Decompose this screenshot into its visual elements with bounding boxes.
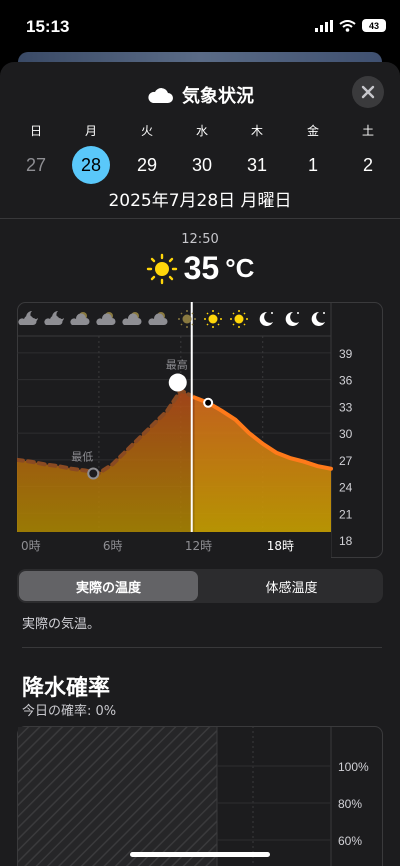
status-time: 15:13 xyxy=(26,17,70,36)
current-temp-value: 35 xyxy=(183,250,220,286)
day-27[interactable]: 日 27 xyxy=(16,122,56,184)
week-selector: 日 27 月 28 火 29 水 30 木 31 金 1 土 2 xyxy=(0,122,400,184)
y-tick-label: 100% xyxy=(338,760,369,774)
day-number: 31 xyxy=(246,155,268,175)
day-number: 1 xyxy=(307,155,318,175)
day-1[interactable]: 金1 xyxy=(293,122,333,184)
precip-chart[interactable]: 100% 80% 60% xyxy=(17,726,383,866)
min-label: 最低 xyxy=(71,451,93,464)
y-tick-label: 80% xyxy=(338,797,362,811)
weather-sheet: 気象状況 日 27 月 28 火 29 水 30 木 31 金 1 土 2 2025年7月28日 月曜日 … xyxy=(0,62,400,866)
day-28[interactable]: 月 28 xyxy=(71,122,111,184)
max-marker xyxy=(168,373,187,392)
day-number: 2 xyxy=(362,155,373,175)
precip-subtitle: 今日の確率: 0% xyxy=(22,704,117,719)
precip-chart-svg: 100% 80% 60% xyxy=(17,726,383,866)
y-tick-label: 39 xyxy=(339,347,353,361)
day-31[interactable]: 木 31 xyxy=(237,122,277,184)
day-of-week-label: 火 xyxy=(140,124,153,138)
actual-temp-tab[interactable]: 実際の温度 xyxy=(19,571,198,601)
precip-title: 降水確率 xyxy=(22,676,111,701)
day-of-week-label: 水 xyxy=(195,124,208,138)
y-tick-label: 30 xyxy=(339,427,353,441)
status-bar: 15:13 43 xyxy=(0,0,400,52)
temperature-chart[interactable]: 39 36 33 30 27 24 21 18 0時 6時 12時 18時 最低 最高 xyxy=(15,302,383,558)
day-of-week-label: 木 xyxy=(250,124,263,138)
day-29[interactable]: 火 29 xyxy=(127,122,167,184)
status-icons: 43 xyxy=(315,19,386,32)
home-indicator[interactable] xyxy=(130,852,270,857)
feels-like-tab[interactable]: 体感温度 xyxy=(202,571,381,601)
divider xyxy=(22,647,382,648)
signal-icon xyxy=(315,19,333,32)
x-tick-label: 18時 xyxy=(267,539,294,553)
y-tick-label: 24 xyxy=(339,481,353,495)
day-number: 30 xyxy=(191,155,213,175)
chart-description: 実際の気温。 xyxy=(22,617,101,632)
sun-icon xyxy=(146,253,177,284)
cloud-icon xyxy=(148,88,173,103)
battery-icon: 43 xyxy=(362,19,386,32)
temperature-toggle: 実際の温度 体感温度 xyxy=(17,569,383,603)
day-of-week-label: 日 xyxy=(29,124,42,138)
current-point xyxy=(203,397,214,408)
y-tick-label: 27 xyxy=(339,454,353,468)
current-temp-unit: °C xyxy=(225,253,255,283)
current-temperature: 35 °C xyxy=(0,250,400,287)
x-tick-label: 0時 xyxy=(21,539,41,553)
day-of-week-label: 金 xyxy=(306,124,319,138)
max-label: 最高 xyxy=(166,358,188,372)
min-marker xyxy=(87,467,100,480)
y-tick-label: 18 xyxy=(339,534,353,548)
divider xyxy=(0,218,400,219)
day-2[interactable]: 土2 xyxy=(348,122,388,184)
wifi-icon xyxy=(339,19,356,32)
day-number: 29 xyxy=(136,155,158,175)
close-button[interactable] xyxy=(352,76,384,108)
day-number: 28 xyxy=(72,146,110,184)
sheet-header: 気象状況 xyxy=(0,82,400,108)
x-tick-label: 12時 xyxy=(185,539,212,553)
sheet-title: 気象状況 xyxy=(182,86,254,107)
y-tick-label: 33 xyxy=(339,400,353,414)
day-number: 27 xyxy=(25,155,47,175)
y-tick-label: 21 xyxy=(339,507,353,521)
day-of-week-label: 土 xyxy=(361,124,374,138)
x-tick-label: 6時 xyxy=(103,539,123,553)
current-time: 12:50 xyxy=(181,232,219,247)
selected-date: 2025年7月28日 月曜日 xyxy=(108,191,292,211)
past-hatch xyxy=(18,727,217,866)
y-tick-label: 36 xyxy=(339,374,353,388)
y-tick-label: 60% xyxy=(338,834,362,848)
temperature-chart-svg: 39 36 33 30 27 24 21 18 0時 6時 12時 18時 最低 最高 xyxy=(15,302,383,558)
close-icon xyxy=(361,85,375,99)
day-30[interactable]: 水 30 xyxy=(182,122,222,184)
day-of-week-label: 月 xyxy=(84,124,97,138)
